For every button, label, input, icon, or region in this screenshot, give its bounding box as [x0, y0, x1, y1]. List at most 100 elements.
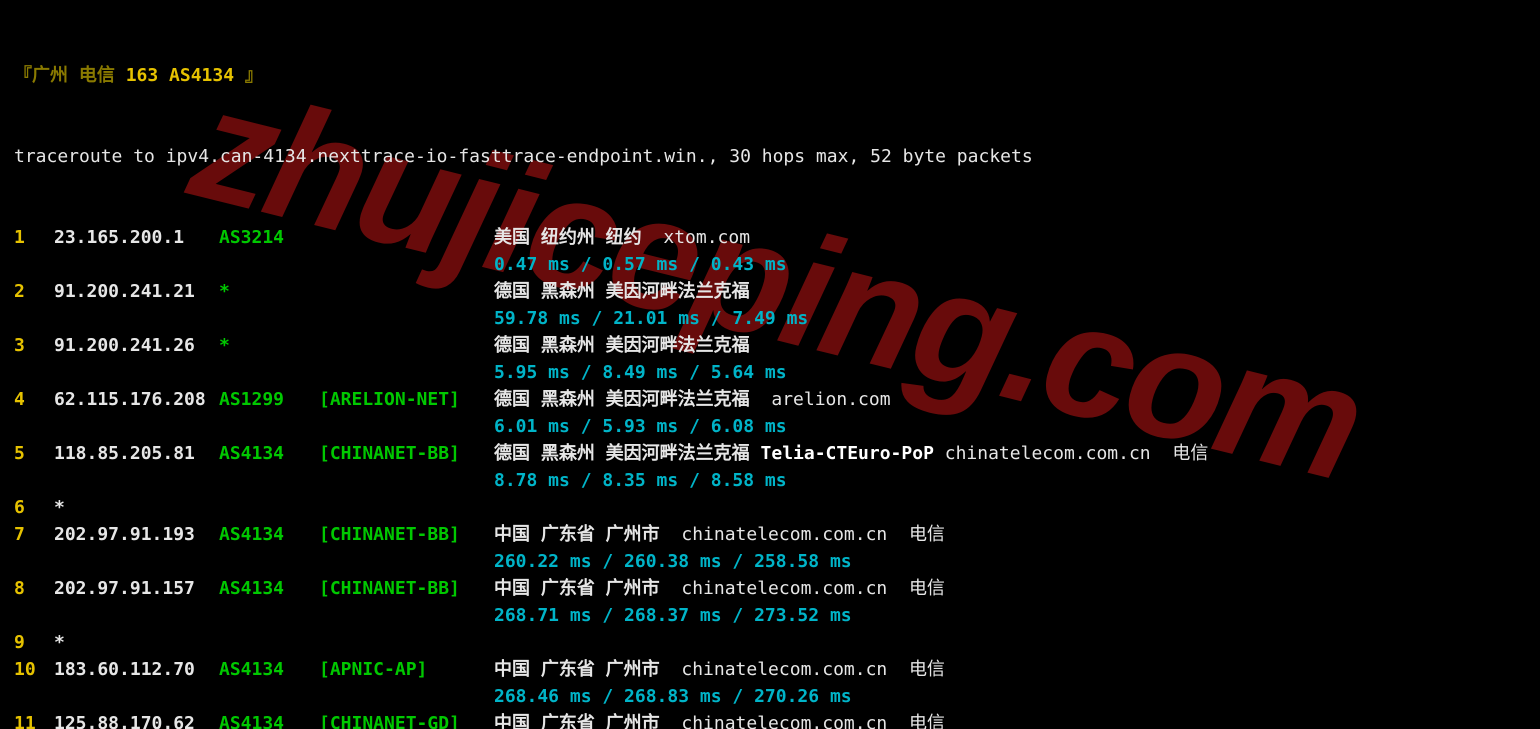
- hop-latency-row: 0.47 ms / 0.57 ms / 0.43 ms: [14, 251, 1526, 278]
- header-bracket-r: 』: [245, 65, 263, 86]
- hop-netname: [APNIC-AP]: [319, 656, 494, 683]
- hop-asn: AS3214: [219, 224, 319, 251]
- hop-domain: chinatelecom.com.cn: [681, 713, 909, 729]
- hop-row: 123.165.200.1AS3214 美国 纽约州 纽约 xtom.com: [14, 224, 1526, 251]
- hop-latency: 5.95 ms / 8.49 ms / 5.64 ms: [494, 359, 787, 386]
- hop-location: 中国 广东省 广州市 chinatelecom.com.cn 电信: [494, 656, 945, 683]
- hop-domain: arelion.com: [771, 389, 890, 410]
- hop-location: 中国 广东省 广州市 chinatelecom.com.cn 电信: [494, 710, 945, 729]
- hop-asn: AS1299: [219, 386, 319, 413]
- hop-ip: 118.85.205.81: [54, 440, 219, 467]
- hop-latency: 59.78 ms / 21.01 ms / 7.49 ms: [494, 305, 808, 332]
- hop-latency: 8.78 ms / 8.35 ms / 8.58 ms: [494, 467, 787, 494]
- hop-asn: AS4134: [219, 575, 319, 602]
- hop-row: 6*: [14, 494, 1526, 521]
- hop-number: 6: [14, 494, 54, 521]
- hop-netname: [CHINANET-GD]: [319, 710, 494, 729]
- hop-latency: 268.71 ms / 268.37 ms / 273.52 ms: [494, 602, 852, 629]
- hop-geo: 德国 黑森州 美因河畔法兰克福: [494, 443, 761, 464]
- hop-isp: 电信: [909, 713, 945, 729]
- hop-netname: [319, 224, 494, 251]
- traceroute-command: traceroute to ipv4.can-4134.nexttrace-io…: [14, 143, 1526, 170]
- trace-header: 『广州 电信 163 AS4134 』: [14, 62, 1526, 89]
- hop-geo: 中国 广东省 广州市: [494, 578, 681, 599]
- hop-geo: 德国 黑森州 美因河畔法兰克福: [494, 389, 771, 410]
- hop-number: 9: [14, 629, 54, 656]
- hop-location: 德国 黑森州 美因河畔法兰克福: [494, 332, 750, 359]
- hop-ip: *: [54, 629, 219, 656]
- hop-number: 7: [14, 521, 54, 548]
- hop-latency: 268.46 ms / 268.83 ms / 270.26 ms: [494, 683, 852, 710]
- hop-asn: AS4134: [219, 656, 319, 683]
- hop-number: 3: [14, 332, 54, 359]
- hop-row: 5118.85.205.81AS4134[CHINANET-BB]德国 黑森州 …: [14, 440, 1526, 467]
- hop-latency: 6.01 ms / 5.93 ms / 6.08 ms: [494, 413, 787, 440]
- hop-ip: 62.115.176.208: [54, 386, 219, 413]
- hop-asn: AS4134: [219, 521, 319, 548]
- hop-latency: 260.22 ms / 260.38 ms / 258.58 ms: [494, 548, 852, 575]
- hop-geo: 中国 广东省 广州市: [494, 524, 681, 545]
- hop-latency-row: 5.95 ms / 8.49 ms / 5.64 ms: [14, 359, 1526, 386]
- hop-row: 10183.60.112.70AS4134[APNIC-AP]中国 广东省 广州…: [14, 656, 1526, 683]
- hop-netname: [319, 332, 494, 359]
- hop-domain: chinatelecom.com.cn: [934, 443, 1172, 464]
- hop-row: 7202.97.91.193AS4134[CHINANET-BB]中国 广东省 …: [14, 521, 1526, 548]
- hop-ip: 91.200.241.21: [54, 278, 219, 305]
- hop-row: 462.115.176.208AS1299[ARELION-NET]德国 黑森州…: [14, 386, 1526, 413]
- header-title-b: 163 AS4134: [126, 65, 234, 86]
- hop-netname: [CHINANET-BB]: [319, 575, 494, 602]
- hop-latency-row: 6.01 ms / 5.93 ms / 6.08 ms: [14, 413, 1526, 440]
- hop-latency-row: 8.78 ms / 8.35 ms / 8.58 ms: [14, 467, 1526, 494]
- hop-netname: [CHINANET-BB]: [319, 521, 494, 548]
- hop-geo: 德国 黑森州 美因河畔法兰克福: [494, 335, 750, 356]
- hop-netname: [ARELION-NET]: [319, 386, 494, 413]
- hop-location: 美国 纽约州 纽约 xtom.com: [494, 224, 750, 251]
- hop-domain: xtom.com: [663, 227, 750, 248]
- hop-netname: [CHINANET-BB]: [319, 440, 494, 467]
- hop-latency-row: 268.71 ms / 268.37 ms / 273.52 ms: [14, 602, 1526, 629]
- hop-domain: chinatelecom.com.cn: [681, 524, 909, 545]
- hop-number: 10: [14, 656, 54, 683]
- hop-location: 中国 广东省 广州市 chinatelecom.com.cn 电信: [494, 575, 945, 602]
- hop-location: 中国 广东省 广州市 chinatelecom.com.cn 电信: [494, 521, 945, 548]
- header-bracket-l: 『: [14, 65, 32, 86]
- hop-pop: Telia-CTEuro-PoP: [761, 443, 934, 464]
- hop-number: 4: [14, 386, 54, 413]
- hop-ip: *: [54, 494, 219, 521]
- hop-asn: *: [219, 332, 319, 359]
- hop-asn: [219, 494, 319, 521]
- hop-ip: 23.165.200.1: [54, 224, 219, 251]
- hop-row: 11125.88.170.62AS4134[CHINANET-GD]中国 广东省…: [14, 710, 1526, 729]
- hop-domain: chinatelecom.com.cn: [681, 578, 909, 599]
- hop-location: 德国 黑森州 美因河畔法兰克福 arelion.com: [494, 386, 891, 413]
- header-title-a: 广州 电信: [32, 65, 115, 86]
- hop-geo: 中国 广东省 广州市: [494, 659, 681, 680]
- hop-ip: 202.97.91.157: [54, 575, 219, 602]
- hop-ip: 183.60.112.70: [54, 656, 219, 683]
- hop-geo: 德国 黑森州 美因河畔法兰克福: [494, 281, 750, 302]
- hop-latency: 0.47 ms / 0.57 ms / 0.43 ms: [494, 251, 787, 278]
- hop-location: 德国 黑森州 美因河畔法兰克福: [494, 278, 750, 305]
- hop-asn: *: [219, 278, 319, 305]
- hop-number: 1: [14, 224, 54, 251]
- hop-isp: 电信: [1172, 443, 1208, 464]
- hop-ip: 125.88.170.62: [54, 710, 219, 729]
- hop-asn: AS4134: [219, 710, 319, 729]
- hop-isp: 电信: [909, 578, 945, 599]
- hop-isp: 电信: [909, 524, 945, 545]
- hop-ip: 202.97.91.193: [54, 521, 219, 548]
- hop-ip: 91.200.241.26: [54, 332, 219, 359]
- hop-latency-row: 260.22 ms / 260.38 ms / 258.58 ms: [14, 548, 1526, 575]
- hop-number: 2: [14, 278, 54, 305]
- hop-domain: chinatelecom.com.cn: [681, 659, 909, 680]
- hop-number: 8: [14, 575, 54, 602]
- hop-location: 德国 黑森州 美因河畔法兰克福 Telia-CTEuro-PoP chinate…: [494, 440, 1208, 467]
- hop-latency-row: 268.46 ms / 268.83 ms / 270.26 ms: [14, 683, 1526, 710]
- terminal-output: 『广州 电信 163 AS4134 』 traceroute to ipv4.c…: [0, 0, 1540, 729]
- hop-netname: [319, 278, 494, 305]
- hop-row: 291.200.241.21* 德国 黑森州 美因河畔法兰克福: [14, 278, 1526, 305]
- hop-number: 11: [14, 710, 54, 729]
- hop-geo: 中国 广东省 广州市: [494, 713, 681, 729]
- hop-number: 5: [14, 440, 54, 467]
- hop-geo: 美国 纽约州 纽约: [494, 227, 663, 248]
